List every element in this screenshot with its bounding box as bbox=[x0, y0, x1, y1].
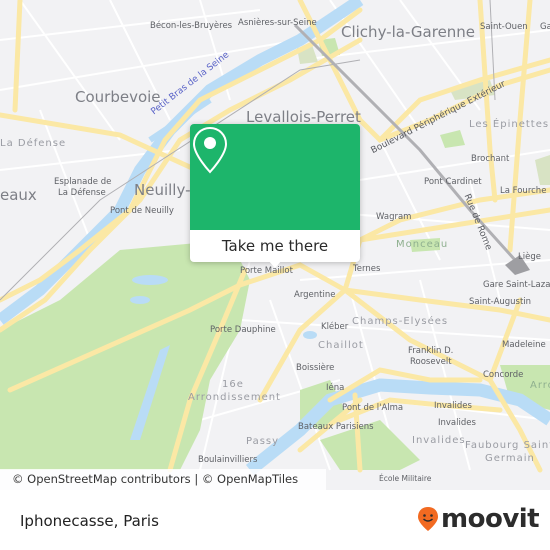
map-label: La Fourche bbox=[500, 186, 547, 196]
map-label: eaux bbox=[0, 186, 37, 204]
map-label: Les Épinettes bbox=[469, 119, 550, 130]
map-label: Invalides bbox=[438, 418, 476, 428]
map-label: École Militaire bbox=[379, 474, 432, 483]
map-label: Neuilly- bbox=[134, 181, 191, 199]
destination-popup[interactable]: Take me there bbox=[190, 124, 360, 268]
map-label: Porte Maillot bbox=[240, 266, 293, 276]
map-label: Arrondissement bbox=[188, 392, 281, 403]
map-label: Saint-Ouen bbox=[480, 22, 528, 32]
take-me-there-button[interactable]: Take me there bbox=[190, 230, 360, 262]
map-label: Argentine bbox=[294, 290, 336, 300]
map-label: Wagram bbox=[376, 212, 412, 222]
map-label: Boissière bbox=[296, 363, 335, 373]
map-label: Faubourg Saint- bbox=[465, 440, 550, 451]
map-label: Invalides bbox=[412, 435, 466, 446]
moovit-pin-icon bbox=[418, 507, 438, 531]
map-label: La Défense bbox=[0, 138, 67, 149]
map-label: Pont de l'Alma bbox=[342, 403, 404, 413]
map-canvas[interactable]: Bécon-les-Bruyères Asnières-sur-Seine Cl… bbox=[0, 0, 550, 490]
map-label: Invalides bbox=[434, 401, 472, 411]
map-label: Passy bbox=[246, 436, 280, 447]
map-label: La Défense bbox=[58, 188, 106, 198]
map-label: Roosevelt bbox=[410, 357, 452, 367]
moovit-wordmark: moovit bbox=[441, 504, 540, 534]
map-label: Concorde bbox=[483, 370, 524, 380]
map-label: Boulainvilliers bbox=[198, 455, 258, 465]
map-label: Pont de Neuilly bbox=[110, 206, 174, 216]
map-label: Gare Saint-Lazare bbox=[483, 280, 550, 290]
map-label: Franklin D. bbox=[408, 346, 454, 356]
moovit-logo[interactable]: moovit bbox=[417, 504, 540, 534]
map-label: Brochant bbox=[471, 154, 510, 164]
location-pin-icon bbox=[192, 126, 228, 174]
map-label: Champs-Elysées bbox=[352, 316, 449, 327]
popup-header bbox=[190, 124, 360, 230]
map-label: Pont Cardinet bbox=[424, 177, 482, 187]
map-label: Levallois-Perret bbox=[246, 108, 361, 126]
map-label: 16e bbox=[222, 379, 244, 390]
map-label: Ternes bbox=[353, 264, 381, 274]
map-label: Germain bbox=[485, 453, 535, 464]
map-label: Porte Dauphine bbox=[210, 325, 276, 335]
map-label: Asnières-sur-Seine bbox=[238, 18, 317, 28]
map-label: Liège bbox=[518, 252, 541, 262]
map-label: Courbevoie bbox=[75, 88, 161, 106]
place-name: Iphonecasse, Paris bbox=[20, 512, 159, 530]
map-label: Madeleine bbox=[502, 340, 546, 350]
map-label: Monceau bbox=[396, 239, 449, 250]
map-label: Clichy-la-Garenne bbox=[341, 23, 476, 41]
map-attribution[interactable]: © OpenStreetMap contributors | © OpenMap… bbox=[0, 469, 326, 490]
map-label: Bateaux Parisiens bbox=[298, 422, 374, 432]
map-label: Kléber bbox=[321, 322, 349, 332]
map-label: Saint-Augustin bbox=[469, 297, 532, 307]
map-label: Chaillot bbox=[318, 340, 364, 351]
map-label: Arro bbox=[530, 380, 550, 391]
popup-tail bbox=[268, 260, 282, 268]
map-label: Ga bbox=[540, 22, 550, 32]
map-label: Esplanade de bbox=[54, 177, 112, 187]
map-label: Bécon-les-Bruyères bbox=[150, 21, 233, 31]
map-label: Iéna bbox=[326, 383, 345, 393]
